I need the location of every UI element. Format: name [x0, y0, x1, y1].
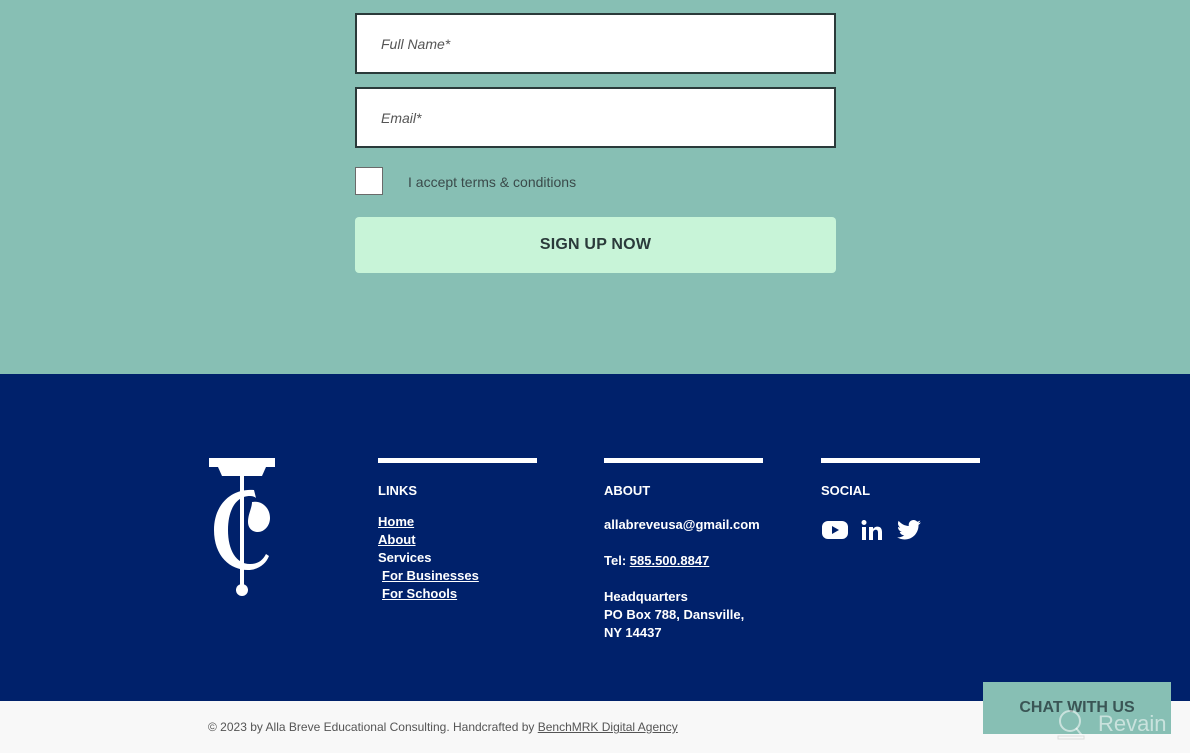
links-divider [378, 458, 537, 463]
about-body: allabreveusa@gmail.com Tel: 585.500.8847… [604, 516, 763, 642]
about-divider [604, 458, 763, 463]
footer: LINKS Home About Services For Businesses… [0, 374, 1190, 701]
links-list: Home About Services For Businesses For S… [378, 513, 537, 603]
terms-checkbox[interactable] [355, 167, 383, 195]
copyright: © 2023 by Alla Breve Educational Consult… [208, 720, 678, 734]
signup-section: I accept terms & conditions SIGN UP NOW [0, 0, 1190, 374]
hq-line2: NY 14437 [604, 625, 662, 640]
social-title: SOCIAL [821, 483, 871, 498]
contact-email[interactable]: allabreveusa@gmail.com [604, 516, 763, 534]
social-divider [821, 458, 980, 463]
link-about[interactable]: About [378, 531, 537, 549]
about-column: ABOUT allabreveusa@gmail.com Tel: 585.50… [604, 458, 763, 642]
social-column: SOCIAL [821, 458, 980, 543]
tel-link[interactable]: 585.500.8847 [630, 553, 710, 568]
copyright-text: © 2023 by Alla Breve Educational Consult… [208, 720, 538, 734]
link-for-businesses[interactable]: For Businesses [378, 567, 537, 585]
twitter-icon[interactable] [895, 516, 922, 543]
terms-label: I accept terms & conditions [408, 174, 577, 190]
youtube-icon[interactable] [821, 516, 848, 543]
links-column: LINKS Home About Services For Businesses… [378, 458, 537, 603]
contact-tel: Tel: 585.500.8847 [604, 552, 763, 570]
link-services-label: Services [378, 550, 432, 565]
about-title: ABOUT [604, 483, 651, 498]
links-title: LINKS [378, 483, 417, 498]
email-field[interactable] [355, 87, 836, 148]
chat-with-us-button[interactable]: CHAT WITH US [983, 682, 1171, 734]
link-home[interactable]: Home [378, 513, 537, 531]
agency-link[interactable]: BenchMRK Digital Agency [538, 720, 678, 734]
full-name-field[interactable] [355, 13, 836, 74]
linkedin-icon[interactable] [858, 516, 885, 543]
social-icons [821, 516, 980, 543]
full-name-input[interactable] [357, 15, 834, 72]
hq-line1: PO Box 788, Dansville, [604, 607, 745, 622]
tel-prefix: Tel: [604, 553, 630, 568]
hq-title: Headquarters [604, 589, 688, 604]
link-for-schools[interactable]: For Schools [378, 585, 537, 603]
alla-breve-logo[interactable] [208, 458, 276, 598]
sign-up-button[interactable]: SIGN UP NOW [355, 217, 836, 273]
email-input[interactable] [357, 89, 834, 146]
